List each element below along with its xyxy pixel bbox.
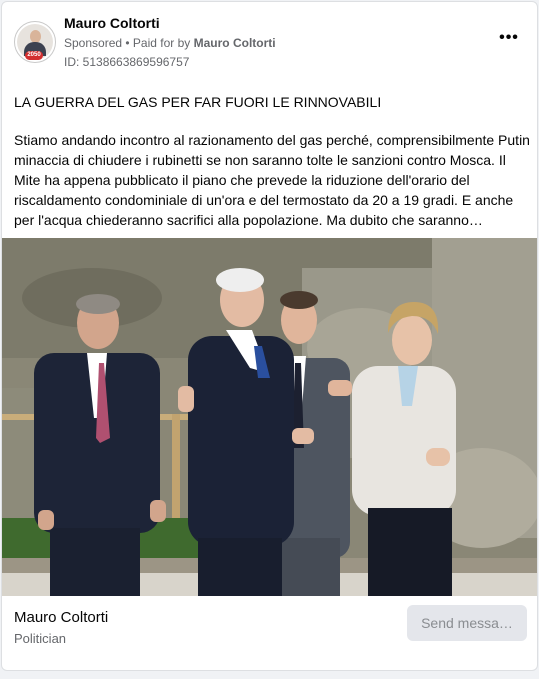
author-name[interactable]: Mauro Coltorti bbox=[64, 15, 160, 31]
page-name[interactable]: Mauro Coltorti bbox=[14, 609, 108, 626]
paid-by-name: Mauro Coltorti bbox=[193, 36, 276, 50]
page-category: Politician bbox=[14, 631, 67, 646]
sponsored-post-card: 2050 Mauro Coltorti Sponsored • Paid for… bbox=[1, 1, 538, 671]
paid-for-prefix: Paid for by bbox=[132, 36, 194, 50]
sponsored-line: Sponsored • Paid for by Mauro Coltorti bbox=[64, 36, 276, 50]
post-headline: LA GUERRA DEL GAS PER FAR FUORI LE RINNO… bbox=[14, 94, 382, 110]
avatar-badge: 2050 bbox=[25, 51, 43, 60]
send-message-button[interactable]: Send messa… bbox=[407, 605, 527, 641]
sponsored-label: Sponsored bbox=[64, 36, 123, 50]
ad-id: ID: 5138663869596757 bbox=[64, 55, 190, 69]
author-avatar[interactable]: 2050 bbox=[14, 21, 56, 63]
more-options-icon[interactable]: ••• bbox=[496, 30, 522, 50]
post-photo[interactable] bbox=[2, 238, 538, 596]
post-body-text: Stiamo andando incontro al razionamento … bbox=[14, 132, 530, 228]
separator-dot: • bbox=[122, 36, 133, 50]
